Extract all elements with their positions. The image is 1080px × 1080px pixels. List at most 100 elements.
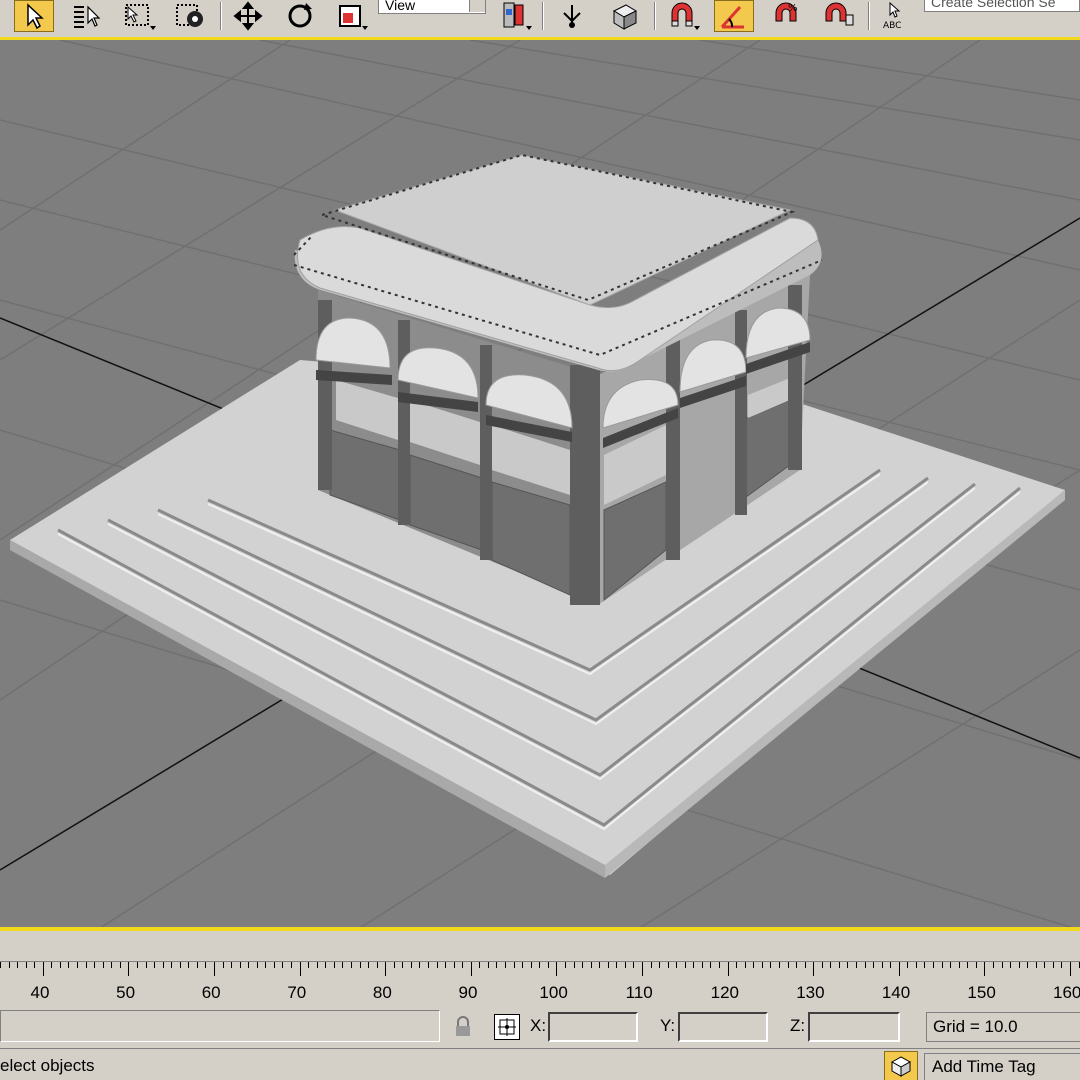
- ruler-tick-mark: [368, 962, 369, 968]
- time-ruler[interactable]: 40 50 60 70 80 90 100 110 120 130 140 150 160: [0, 931, 1080, 1007]
- reference-coordinate-dropdown[interactable]: View: [378, 0, 486, 14]
- ruler-tick-mark: [770, 962, 771, 968]
- spinner-snap-icon: [825, 2, 854, 26]
- svg-text:ABC: ABC: [883, 21, 901, 31]
- ruler-tick-mark: [454, 962, 455, 968]
- angle-snap-icon: [720, 5, 744, 29]
- crosshair-icon: [498, 1018, 516, 1036]
- ruler-tick-mark: [616, 962, 617, 968]
- add-time-tag-field[interactable]: Add Time Tag: [924, 1053, 1080, 1080]
- ruler-tick-mark: [240, 962, 241, 968]
- window-crossing-button[interactable]: [170, 0, 210, 32]
- dropdown-arrow-icon: [526, 26, 532, 30]
- ruler-tick-mark: [496, 962, 497, 968]
- z-coordinate-label: Z:: [790, 1016, 806, 1035]
- ruler-tick-mark: [608, 962, 609, 968]
- ruler-tick-label: 120: [710, 983, 739, 1002]
- ruler-tick-mark: [479, 962, 480, 968]
- ruler-tick-mark: [462, 962, 463, 968]
- cube-icon: [612, 4, 638, 30]
- angle-snap-toggle-button[interactable]: [714, 0, 754, 32]
- main-toolbar: View % ABC Create Selection Se: [0, 0, 1080, 38]
- ruler-tick-mark: [77, 962, 78, 968]
- ruler-tick-mark: [856, 962, 857, 968]
- ruler-tick-mark: [17, 962, 18, 968]
- window-crossing-icon: [176, 4, 203, 27]
- ruler-track: [0, 961, 1080, 965]
- select-object-button[interactable]: [14, 0, 54, 32]
- ruler-tick-mark: [976, 962, 977, 968]
- ruler-tick-mark: [1027, 962, 1028, 968]
- ruler-tick-mark: [1036, 962, 1037, 968]
- toolbar-separator: [654, 2, 656, 30]
- ruler-tick-mark: [120, 962, 121, 968]
- ruler-tick-mark: [736, 962, 737, 968]
- x-coordinate-label: X:: [530, 1016, 547, 1035]
- select-by-name-button[interactable]: [66, 0, 106, 32]
- ruler-tick-mark: [1019, 962, 1020, 968]
- rotate-icon: [288, 3, 312, 28]
- ruler-tick-mark: [180, 962, 181, 968]
- select-and-rotate-button[interactable]: [280, 0, 320, 32]
- x-coordinate-field[interactable]: [548, 1012, 638, 1042]
- use-pivot-center-button[interactable]: [494, 0, 534, 32]
- ruler-tick-mark: [360, 962, 361, 968]
- perspective-viewport[interactable]: [0, 40, 1080, 928]
- ruler-tick-mark: [531, 962, 532, 968]
- named-selection-set-field[interactable]: Create Selection Se: [924, 0, 1080, 12]
- ruler-tick-mark: [282, 962, 283, 968]
- absolute-relative-toggle[interactable]: [494, 1014, 520, 1040]
- ruler-tick-mark: [317, 962, 318, 968]
- ruler-tick-mark: [539, 962, 540, 968]
- ruler-tick-mark: [26, 962, 27, 968]
- ruler-tick-mark: [993, 962, 994, 968]
- ruler-tick-label: 80: [372, 983, 392, 1002]
- snaps-toggle-button[interactable]: [662, 0, 702, 32]
- select-and-scale-button[interactable]: [330, 0, 370, 32]
- keyboard-shortcut-override-button[interactable]: [604, 0, 644, 32]
- ruler-tick-label: 60: [201, 983, 221, 1002]
- ruler-tick-mark: [385, 962, 386, 976]
- dropdown-arrow-icon: [694, 26, 700, 30]
- y-coordinate-field[interactable]: [678, 1012, 768, 1042]
- ruler-tick-mark: [779, 962, 780, 968]
- ruler-tick-mark: [437, 962, 438, 968]
- edit-named-selection-sets-button[interactable]: ABC: [876, 0, 916, 32]
- spinner-snap-toggle-button[interactable]: [818, 0, 858, 32]
- ruler-tick-mark: [693, 962, 694, 968]
- ruler-tick-mark: [0, 962, 1, 968]
- z-coordinate-field[interactable]: [808, 1012, 900, 1042]
- ruler-tick-mark: [86, 962, 87, 968]
- ruler-tick-label: 40: [30, 983, 50, 1002]
- ruler-tick-mark: [60, 962, 61, 968]
- select-and-manipulate-button[interactable]: [552, 0, 592, 32]
- named-selection-icon: ABC: [883, 1, 901, 31]
- ruler-tick-mark: [822, 962, 823, 968]
- dropdown-arrow-icon: [150, 26, 156, 30]
- ruler-tick-mark: [197, 962, 198, 968]
- select-and-move-button[interactable]: [228, 0, 268, 32]
- ruler-tick-mark: [325, 962, 326, 968]
- region-select-button[interactable]: [118, 0, 158, 32]
- ruler-tick-mark: [907, 962, 908, 968]
- lock-selection-toggle[interactable]: [450, 1014, 476, 1040]
- ruler-tick-mark: [94, 962, 95, 968]
- ruler-tick-mark: [574, 962, 575, 968]
- ruler-tick-mark: [659, 962, 660, 968]
- ruler-tick-mark: [214, 962, 215, 976]
- ruler-tick-mark: [788, 962, 789, 968]
- ruler-tick-label: 150: [967, 983, 996, 1002]
- ruler-tick-mark: [428, 962, 429, 968]
- ruler-tick-mark: [419, 962, 420, 968]
- percent-snap-toggle-button[interactable]: %: [766, 0, 806, 32]
- ruler-tick-mark: [171, 962, 172, 968]
- time-tag-button[interactable]: [884, 1051, 918, 1080]
- ruler-tick-label: 90: [458, 983, 478, 1002]
- ruler-tick-label: 70: [287, 983, 307, 1002]
- named-selection-set-text: Create Selection Se: [931, 0, 1056, 10]
- ruler-tick-mark: [591, 962, 592, 968]
- ruler-tick-mark: [488, 962, 489, 968]
- prompt-message: elect objects: [0, 1056, 95, 1075]
- ruler-tick-mark: [137, 962, 138, 968]
- ruler-tick-mark: [890, 962, 891, 968]
